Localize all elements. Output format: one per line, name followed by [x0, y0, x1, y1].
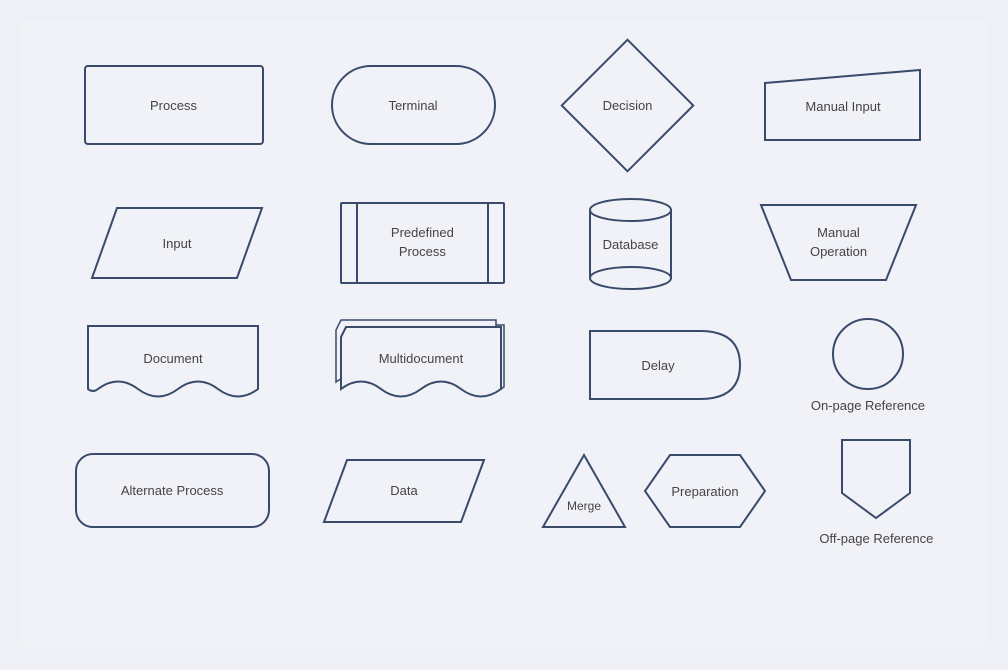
process-cell: Process	[84, 65, 264, 145]
svg-text:Preparation: Preparation	[672, 484, 739, 499]
predefined-left-line	[356, 204, 358, 282]
row-1: Process Terminal Decision Manual Input	[50, 40, 958, 170]
preparation-cell: Preparation	[640, 450, 770, 532]
svg-text:Delay: Delay	[641, 358, 675, 373]
database-cell: Database	[578, 190, 683, 295]
svg-text:Manual: Manual	[818, 225, 861, 240]
row-2: Input PredefinedProcess Database	[50, 190, 958, 295]
process-shape: Process	[84, 65, 264, 145]
process-text: Process	[150, 98, 197, 113]
terminal-text: Terminal	[388, 98, 437, 113]
input-cell: Input	[87, 203, 267, 283]
svg-text:Manual Input: Manual Input	[805, 99, 881, 114]
input-shape: Input	[87, 203, 267, 283]
decision-cell: Decision	[563, 40, 693, 170]
svg-text:Database: Database	[603, 237, 659, 252]
predefined-shape: PredefinedProcess	[340, 202, 505, 284]
predefined-cell: PredefinedProcess	[340, 202, 505, 284]
database-shape: Database	[578, 190, 683, 295]
multidoc-cell: Multidocument	[329, 315, 514, 415]
predefined-right-line	[487, 204, 489, 282]
manual-input-cell: Manual Input	[760, 65, 925, 145]
merge-cell: Merge	[538, 450, 630, 532]
svg-text:Merge: Merge	[567, 499, 601, 513]
onpage-shape	[832, 318, 904, 390]
preparation-shape: Preparation	[640, 450, 770, 532]
manual-input-shape: Manual Input	[760, 65, 925, 145]
manual-op-cell: Manual Operation	[756, 200, 921, 285]
alternate-text: Alternate Process	[121, 483, 224, 498]
svg-text:Input: Input	[162, 236, 191, 251]
svg-text:Operation: Operation	[810, 244, 867, 259]
offpage-shape	[837, 435, 915, 523]
row-4: Alternate Process Data Merge	[50, 435, 958, 546]
data-cell: Data	[319, 455, 489, 527]
predefined-text: PredefinedProcess	[391, 224, 454, 260]
alternate-shape: Alternate Process	[75, 453, 270, 528]
terminal-shape: Terminal	[331, 65, 496, 145]
data-shape: Data	[319, 455, 489, 527]
delay-cell: Delay	[580, 326, 745, 404]
row-3: Document Multidocument Delay	[50, 315, 958, 415]
terminal-cell: Terminal	[331, 65, 496, 145]
svg-text:Document: Document	[143, 351, 203, 366]
offpage-text: Off-page Reference	[819, 531, 933, 546]
onpage-text: On-page Reference	[811, 398, 925, 413]
svg-text:Multidocument: Multidocument	[379, 351, 464, 366]
multidoc-shape: Multidocument	[329, 315, 514, 415]
main-flowchart-canvas: Process Terminal Decision Manual Input	[20, 20, 988, 650]
document-shape: Document	[83, 321, 263, 409]
document-cell: Document	[83, 321, 263, 409]
delay-shape: Delay	[580, 326, 745, 404]
alternate-cell: Alternate Process	[75, 453, 270, 528]
decision-text: Decision	[603, 98, 653, 113]
decision-wrapper: Decision	[563, 40, 693, 170]
manual-op-shape: Manual Operation	[756, 200, 921, 285]
offpage-cell: Off-page Reference	[819, 435, 933, 546]
merge-shape: Merge	[538, 450, 630, 532]
svg-text:Data: Data	[390, 483, 418, 498]
onpage-cell: On-page Reference	[811, 318, 925, 413]
merge-prep-group: Merge Preparation	[538, 450, 770, 532]
